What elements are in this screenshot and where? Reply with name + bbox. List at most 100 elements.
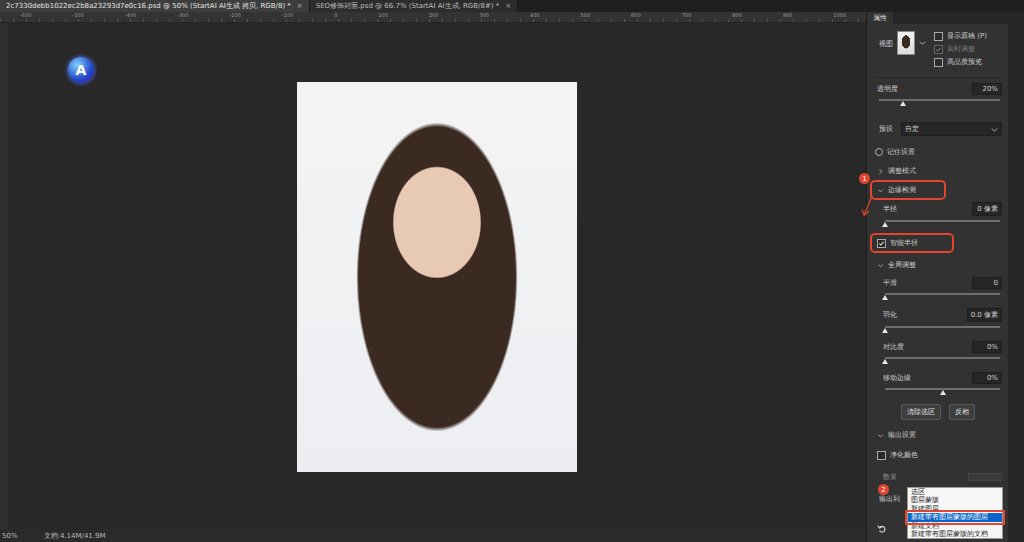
view-option[interactable]: 实时调整 [934, 44, 987, 54]
section-header[interactable]: 调整模式 [873, 164, 1002, 178]
document-tab[interactable]: 2c7330debb1022ec2b8a23293d7e0c16.psd @ 5… [0, 0, 310, 12]
slider-track[interactable] [885, 326, 1000, 328]
ruler-label: 500 [581, 12, 591, 18]
slider-handle[interactable] [882, 295, 888, 300]
settings-section: 输出设置 净化颜色数量 [873, 426, 1002, 482]
section-header[interactable]: 输出设置 [873, 428, 1002, 442]
ruler-label: 700 [682, 12, 692, 18]
dropdown-arrow-icon[interactable] [919, 39, 926, 46]
action-button[interactable]: 反相 [949, 404, 975, 420]
ruler-label: -500 [72, 12, 83, 18]
view-option[interactable]: 显示原稿 (P) [934, 31, 987, 41]
value-field[interactable]: 0 [972, 277, 1002, 289]
ruler-label: 200 [429, 12, 439, 18]
annotation-arrow-icon [861, 195, 875, 217]
checkbox[interactable] [934, 32, 943, 41]
horizontal-ruler: -600-500-400-300-200-1000100200300400500… [0, 12, 866, 23]
panel-tab[interactable]: 属性 [867, 12, 893, 24]
startai-logo-icon[interactable]: A [68, 57, 94, 83]
action-button[interactable]: 清除选区 [901, 404, 941, 420]
properties-panel: 属性 视图 显示原稿 (P) 实时调整 高品质预览 透明度 20% 预设 自定 … [866, 12, 1008, 542]
menu-item[interactable]: 新建带有图层蒙版的文档 [908, 530, 1002, 538]
menu-item[interactable]: 新建文档 [908, 522, 1002, 530]
slider-label: 半径 [883, 204, 897, 214]
slider-control: 对比度 0% [873, 339, 1002, 367]
opacity-slider: 透明度 20% [873, 81, 1002, 109]
annotation-badge: 1 [859, 173, 870, 184]
radio-button[interactable] [875, 148, 883, 156]
value-field[interactable] [968, 473, 1002, 481]
ruler-label: 300 [479, 12, 489, 18]
ruler-label: 1000 [833, 12, 846, 18]
settings-section: 全局调整 平滑 0 羽化 0.0 像素 对比度 0% 移动边缘 0% 清除选区反… [873, 256, 1002, 423]
annotation-badge: 2 [878, 484, 889, 495]
settings-section: 边缘检测 1 半径 0 像素 智能半径 [873, 181, 1002, 253]
remember-settings[interactable]: 记住设置 [873, 143, 1002, 159]
close-button[interactable]: × [297, 2, 303, 10]
section-header[interactable]: 边缘检测 1 [873, 183, 943, 197]
portrait-photo [297, 82, 577, 472]
ruler-label: 100 [378, 12, 388, 18]
value-field[interactable]: 0 像素 [972, 202, 1002, 216]
slider-track[interactable] [879, 99, 1000, 101]
preset-value: 自定 [905, 124, 919, 134]
value-field[interactable]: 0% [972, 372, 1002, 384]
checkbox[interactable] [877, 451, 886, 460]
view-label: 视图 [879, 31, 893, 49]
slider-track[interactable] [885, 293, 1000, 295]
chevron-icon [877, 262, 884, 269]
menu-item[interactable]: 选区 [908, 488, 1002, 496]
slider-track[interactable] [885, 220, 1000, 222]
view-thumbnail[interactable] [897, 31, 915, 55]
field-control: 数量 [873, 468, 1002, 482]
preset-row: 预设 自定 [873, 112, 1002, 140]
ruler-label: 400 [530, 12, 540, 18]
checkbox-control[interactable]: 智能半径 [873, 236, 951, 250]
checkbox[interactable] [934, 58, 943, 67]
slider-handle[interactable] [882, 328, 888, 333]
checkbox[interactable] [934, 45, 943, 54]
menu-item[interactable]: 新建带有图层蒙版的图层 [908, 513, 1002, 521]
ruler-label: -300 [177, 12, 188, 18]
output-dropdown-menu: 2 选区图层蒙版新建图层新建带有图层蒙版的图层新建文档新建带有图层蒙版的文档 [907, 487, 1003, 539]
check-icon [935, 46, 942, 53]
slider-track[interactable] [885, 388, 1000, 390]
value-field[interactable]: 0% [972, 341, 1002, 353]
option-label: 净化颜色 [890, 450, 918, 460]
preset-select[interactable]: 自定 [901, 122, 1002, 136]
checkbox-control[interactable]: 净化颜色 [873, 448, 951, 462]
checkbox[interactable] [877, 239, 886, 248]
slider-track[interactable] [885, 357, 1000, 359]
settings-section: 调整模式 [873, 162, 1002, 178]
zoom-level[interactable]: 50% [2, 532, 18, 540]
preset-label: 预设 [879, 124, 893, 134]
panel-scrollbar[interactable] [1008, 12, 1024, 542]
menu-item[interactable]: 新建图层 [908, 505, 1002, 513]
option-label: 实时调整 [947, 44, 975, 54]
tab-label: SEO修饰封面.psd @ 66.7% (StartAI AI生成, RGB/8… [316, 1, 499, 11]
ruler-label: 0 [334, 12, 337, 18]
option-label: 记住设置 [887, 147, 915, 157]
logo-letter: A [76, 62, 87, 78]
close-button[interactable]: × [505, 2, 511, 10]
menu-item[interactable]: 图层蒙版 [908, 496, 1002, 504]
section-header[interactable]: 全局调整 [873, 258, 1002, 272]
slider-handle[interactable] [900, 101, 906, 106]
view-option[interactable]: 高品质预览 [934, 57, 987, 67]
slider-handle[interactable] [882, 222, 888, 227]
chevron-icon [877, 187, 884, 194]
value-field[interactable]: 0.0 像素 [967, 308, 1002, 322]
chevron-icon [877, 168, 884, 175]
reset-icon[interactable] [877, 524, 887, 534]
canvas[interactable]: A [0, 23, 866, 530]
section-title: 边缘检测 [888, 185, 916, 195]
check-icon [878, 240, 885, 247]
slider-handle[interactable] [940, 390, 946, 395]
value-field[interactable]: 20% [972, 83, 1002, 95]
slider-label: 透明度 [877, 84, 898, 94]
section-title: 输出设置 [888, 430, 916, 440]
panel-tabs: 属性 [867, 12, 1008, 24]
slider-handle[interactable] [882, 359, 888, 364]
chevron-icon [877, 432, 884, 439]
document-tab[interactable]: SEO修饰封面.psd @ 66.7% (StartAI AI生成, RGB/8… [310, 0, 518, 12]
